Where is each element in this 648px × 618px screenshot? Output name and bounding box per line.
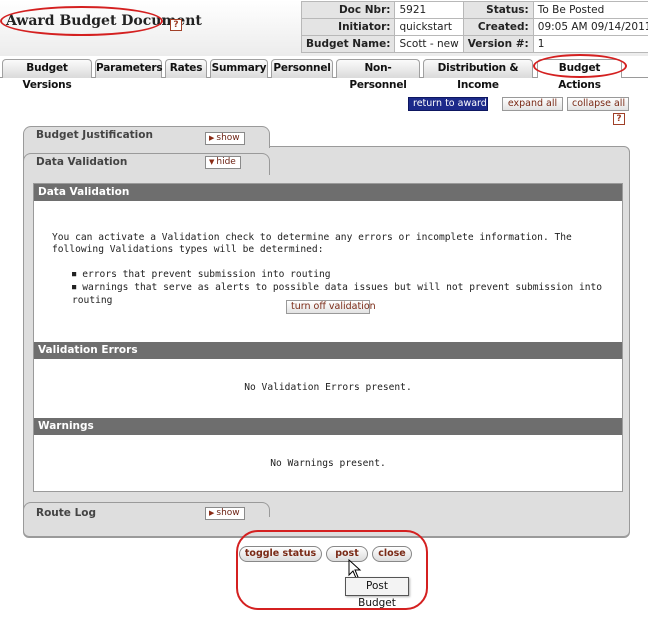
- show-label: show: [216, 133, 240, 143]
- list-item: errors that prevent submission into rout…: [72, 268, 622, 281]
- toggle-status-button[interactable]: toggle status: [239, 546, 322, 562]
- warnings-section-header: Warnings: [34, 418, 622, 435]
- tab-non-personnel[interactable]: Non-Personnel: [336, 59, 420, 91]
- triangle-right-icon: ▶: [209, 509, 215, 517]
- tab-budget-versions[interactable]: Budget Versions: [2, 59, 92, 91]
- hide-label: hide: [216, 157, 236, 167]
- validation-intro-text: You can activate a Validation check to d…: [52, 232, 572, 255]
- data-validation-section-header: Data Validation: [34, 184, 622, 201]
- tab-personnel[interactable]: Personnel: [271, 59, 333, 78]
- validation-errors-message: No Validation Errors present.: [244, 382, 412, 393]
- help-icon[interactable]: ?: [170, 19, 182, 31]
- collapse-all-button[interactable]: collapse all: [567, 97, 629, 111]
- bottom-buttons-annotation: [236, 530, 428, 610]
- route-log-panel-body: [23, 517, 630, 537]
- return-to-award-button[interactable]: return to award: [408, 97, 488, 111]
- created-value: 09:05 AM 09/14/2011: [532, 18, 648, 36]
- page-help-icon[interactable]: ?: [613, 113, 625, 125]
- tab-rates[interactable]: Rates: [165, 59, 207, 78]
- triangle-down-icon: ▼: [209, 158, 215, 166]
- document-info-table: Doc Nbr: 5921 Status: To Be Posted Initi…: [300, 1, 648, 53]
- initiator-label: Initiator:: [300, 18, 396, 36]
- turn-off-validation-button[interactable]: turn off validation: [286, 300, 376, 314]
- route-log-title: Route Log: [36, 507, 96, 519]
- tab-summary[interactable]: Summary: [210, 59, 268, 78]
- close-button[interactable]: close: [372, 546, 412, 562]
- validation-errors-section-header: Validation Errors: [34, 342, 622, 359]
- budget-name-value: Scott - new: [394, 35, 464, 53]
- triangle-right-icon: ▶: [209, 134, 215, 142]
- data-validation-hide-button[interactable]: ▼ hide: [205, 156, 241, 169]
- doc-nbr-label: Doc Nbr:: [300, 1, 396, 19]
- tab-distribution-income[interactable]: Distribution & Income: [423, 59, 533, 91]
- budget-justification-show-button[interactable]: ▶ show: [205, 132, 245, 145]
- doc-nbr-value: 5921: [394, 1, 464, 19]
- created-label: Created:: [462, 18, 534, 36]
- data-validation-title: Data Validation: [36, 156, 128, 168]
- warnings-message: No Warnings present.: [270, 458, 386, 469]
- status-label: Status:: [462, 1, 534, 19]
- show-label: show: [216, 508, 240, 518]
- route-log-show-button[interactable]: ▶ show: [205, 507, 245, 520]
- initiator-value: quickstart: [394, 18, 464, 36]
- post-budget-tooltip: Post Budget: [345, 577, 409, 609]
- version-value: 1: [532, 35, 648, 53]
- version-label: Version #:: [462, 35, 534, 53]
- budget-name-label: Budget Name:: [300, 35, 396, 53]
- tab-bar: Budget Versions Parameters Rates Summary…: [0, 57, 648, 91]
- tab-budget-actions[interactable]: Budget Actions: [537, 59, 622, 91]
- budget-justification-title: Budget Justification: [36, 129, 153, 141]
- data-validation-content: Data Validation You can activate a Valid…: [33, 183, 623, 492]
- expand-all-button[interactable]: expand all: [502, 97, 563, 111]
- status-value: To Be Posted: [532, 1, 648, 19]
- document-header: Award Budget Document ? Doc Nbr: 5921 St…: [0, 0, 648, 56]
- tab-parameters[interactable]: Parameters: [95, 59, 163, 78]
